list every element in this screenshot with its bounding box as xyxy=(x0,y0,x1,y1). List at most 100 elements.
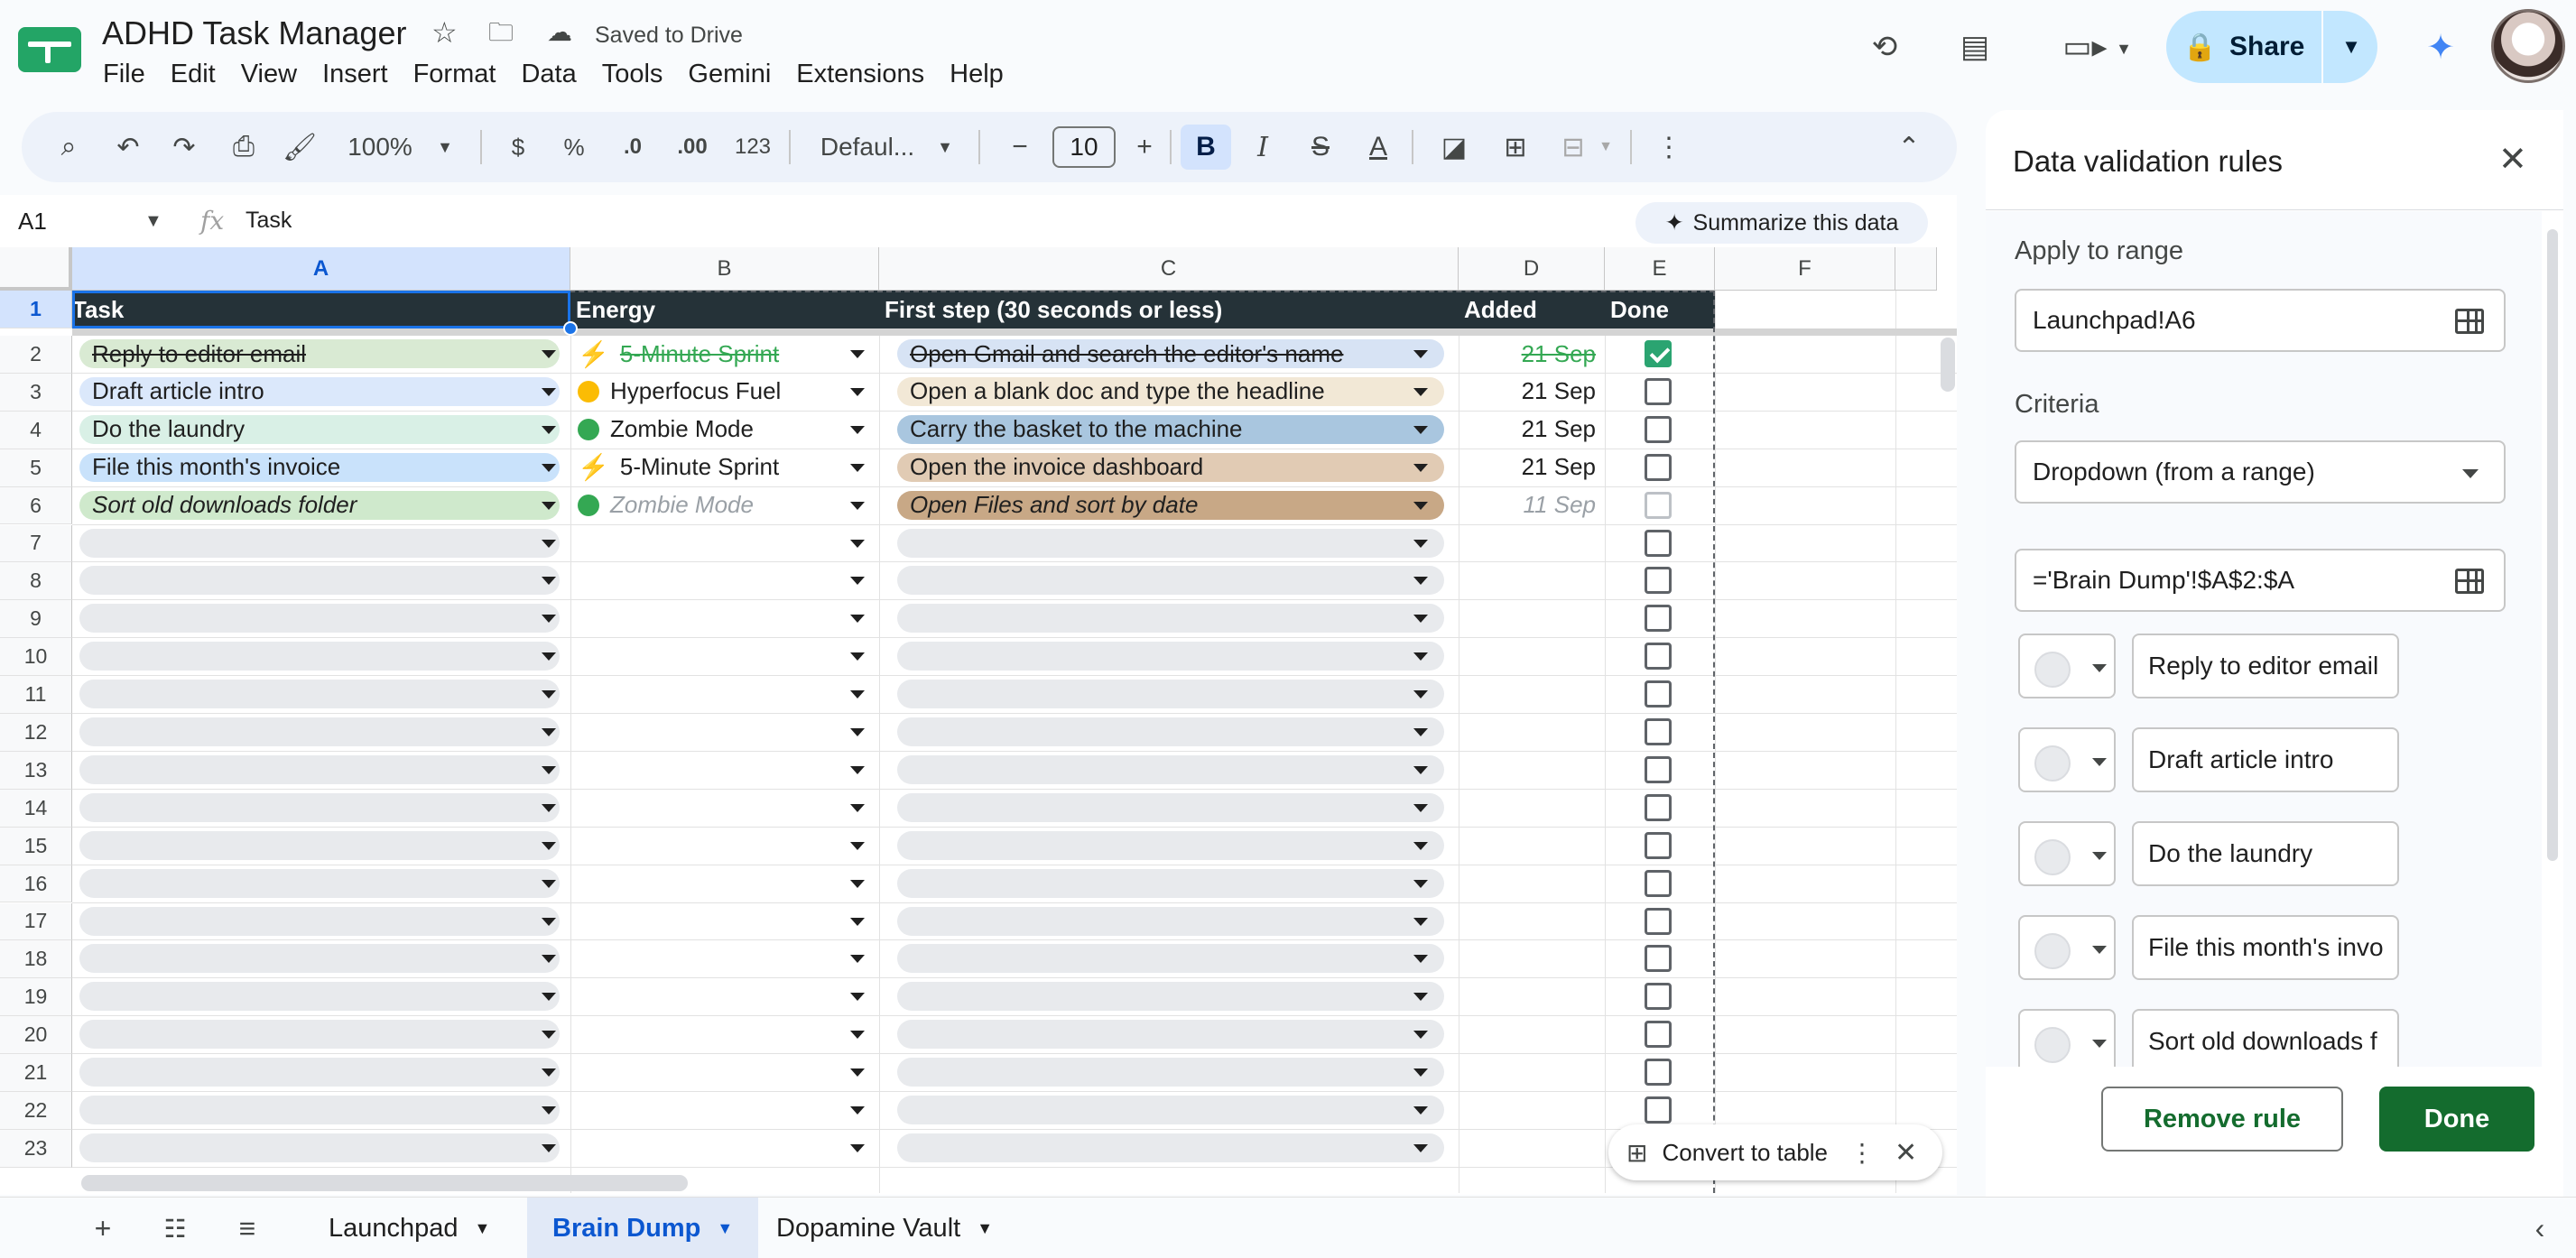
date-cell[interactable]: 11 Sep xyxy=(1451,490,1596,521)
header-energy[interactable]: Energy xyxy=(570,291,879,328)
done-checkbox[interactable] xyxy=(1645,1096,1672,1124)
source-range-input[interactable]: ='Brain Dump'!$A$2:$A xyxy=(2015,549,2506,612)
first-step-chip[interactable] xyxy=(897,830,1444,860)
chevron-down-icon[interactable] xyxy=(850,463,865,472)
row-header[interactable]: 4 xyxy=(0,411,72,449)
date-cell[interactable]: 21 Sep xyxy=(1451,452,1596,483)
chevron-down-icon[interactable] xyxy=(850,917,865,926)
task-chip[interactable] xyxy=(79,868,560,898)
percent-format-button[interactable]: % xyxy=(556,112,592,182)
version-history-icon[interactable]: ⟲ xyxy=(1859,22,1910,72)
option-color-picker[interactable] xyxy=(2018,727,2116,792)
chevron-down-icon[interactable] xyxy=(542,539,556,548)
done-checkbox[interactable] xyxy=(1645,1059,1672,1087)
chevron-down-icon[interactable] xyxy=(542,1031,556,1040)
summarize-data-button[interactable]: ✦ Summarize this data xyxy=(1635,202,1928,244)
chevron-down-icon[interactable] xyxy=(542,425,556,434)
currency-format-button[interactable]: $ xyxy=(500,112,536,182)
done-checkbox[interactable] xyxy=(1645,755,1672,783)
select-range-icon[interactable] xyxy=(2455,309,2484,334)
horizontal-scrollbar[interactable] xyxy=(81,1175,688,1191)
option-color-picker[interactable] xyxy=(2018,915,2116,980)
header-done[interactable]: Done xyxy=(1605,291,1715,328)
column-header-f[interactable]: F xyxy=(1715,247,1895,291)
menu-extensions[interactable]: Extensions xyxy=(796,60,937,89)
first-step-chip[interactable] xyxy=(897,754,1444,784)
tab-dropdown-icon[interactable]: ▼ xyxy=(475,1219,491,1238)
bold-button[interactable]: B xyxy=(1181,125,1231,170)
chevron-down-icon[interactable] xyxy=(850,803,865,812)
row-header[interactable]: 2 xyxy=(0,336,72,374)
row-header[interactable]: 20 xyxy=(0,1016,72,1055)
panel-scrollbar-track[interactable] xyxy=(2542,211,2563,1067)
first-step-chip[interactable] xyxy=(897,982,1444,1012)
meet-dropdown-icon[interactable]: ▼ xyxy=(2099,23,2149,74)
column-header-g[interactable] xyxy=(1895,247,1937,291)
move-folder-icon[interactable]: 🗀 xyxy=(488,18,514,47)
task-chip[interactable] xyxy=(79,830,560,860)
done-checkbox[interactable] xyxy=(1645,945,1672,973)
chevron-down-icon[interactable] xyxy=(1413,690,1428,699)
font-dropdown-icon[interactable]: ▼ xyxy=(931,112,959,182)
first-step-chip[interactable] xyxy=(897,717,1444,746)
share-button[interactable]: 🔒 Share xyxy=(2166,11,2323,83)
menu-help[interactable]: Help xyxy=(950,60,1016,89)
share-dropdown-icon[interactable]: ▼ xyxy=(2325,11,2377,83)
first-step-chip[interactable]: Carry the basket to the machine xyxy=(897,414,1444,444)
chevron-down-icon[interactable] xyxy=(850,577,865,586)
done-checkbox[interactable] xyxy=(1645,377,1672,405)
task-chip[interactable] xyxy=(79,528,560,558)
option-color-picker[interactable] xyxy=(2018,1009,2116,1067)
column-header-a[interactable]: A xyxy=(72,247,570,291)
chevron-down-icon[interactable] xyxy=(850,615,865,624)
row-header[interactable]: 15 xyxy=(0,827,72,865)
first-step-chip[interactable] xyxy=(897,792,1444,822)
saved-status[interactable]: Saved to Drive xyxy=(595,23,743,49)
merge-cells-icon[interactable]: ⊟ xyxy=(1551,112,1596,182)
decrease-decimal-button[interactable]: .0 xyxy=(610,112,655,182)
side-panel-toggle-icon[interactable]: ‹ xyxy=(2518,1207,2562,1250)
chevron-down-icon[interactable] xyxy=(1413,841,1428,850)
chevron-down-icon[interactable] xyxy=(542,993,556,1002)
row-header[interactable]: 17 xyxy=(0,902,72,941)
option-input[interactable]: Sort old downloads f xyxy=(2132,1009,2399,1067)
column-header-b[interactable]: B xyxy=(570,247,879,291)
chevron-down-icon[interactable] xyxy=(542,501,556,510)
menu-file[interactable]: File xyxy=(103,60,158,89)
convert-to-table-pill[interactable]: ⊞ Convert to table ⋮ ✕ xyxy=(1608,1124,1942,1180)
row-header[interactable]: 18 xyxy=(0,940,72,979)
chevron-down-icon[interactable] xyxy=(1413,652,1428,661)
task-chip[interactable] xyxy=(79,680,560,709)
chevron-down-icon[interactable] xyxy=(850,993,865,1002)
task-chip[interactable] xyxy=(79,944,560,974)
remove-rule-button[interactable]: Remove rule xyxy=(2101,1087,2343,1152)
chevron-down-icon[interactable] xyxy=(850,690,865,699)
first-step-chip[interactable] xyxy=(897,1096,1444,1124)
fill-color-icon[interactable]: ◪ xyxy=(1432,112,1477,182)
row-header[interactable]: 16 xyxy=(0,865,72,903)
chevron-down-icon[interactable] xyxy=(850,501,865,510)
chevron-down-icon[interactable] xyxy=(542,577,556,586)
option-color-picker[interactable] xyxy=(2018,821,2116,886)
energy-cell[interactable]: Zombie Mode xyxy=(570,490,754,521)
menu-data[interactable]: Data xyxy=(521,60,588,89)
chevron-down-icon[interactable] xyxy=(542,350,556,358)
chevron-down-icon[interactable] xyxy=(1413,879,1428,888)
row-header[interactable]: 10 xyxy=(0,638,72,677)
menu-edit[interactable]: Edit xyxy=(171,60,228,89)
date-cell[interactable]: 21 Sep xyxy=(1451,376,1596,407)
chevron-down-icon[interactable] xyxy=(1413,425,1428,434)
task-chip[interactable] xyxy=(79,566,560,596)
chevron-down-icon[interactable] xyxy=(850,387,865,396)
task-chip[interactable] xyxy=(79,982,560,1012)
done-checkbox[interactable] xyxy=(1645,605,1672,633)
chevron-down-icon[interactable] xyxy=(850,425,865,434)
first-step-chip[interactable] xyxy=(897,1133,1444,1162)
task-chip[interactable] xyxy=(79,642,560,671)
energy-cell[interactable]: ⚡ 5-Minute Sprint xyxy=(570,338,779,369)
header-added[interactable]: Added xyxy=(1459,291,1605,328)
tab-dropdown-icon[interactable]: ▼ xyxy=(717,1219,733,1238)
select-range-icon[interactable] xyxy=(2455,569,2484,594)
first-step-chip[interactable]: Open Gmail and search the editor's name xyxy=(897,339,1444,368)
first-step-chip[interactable] xyxy=(897,906,1444,936)
